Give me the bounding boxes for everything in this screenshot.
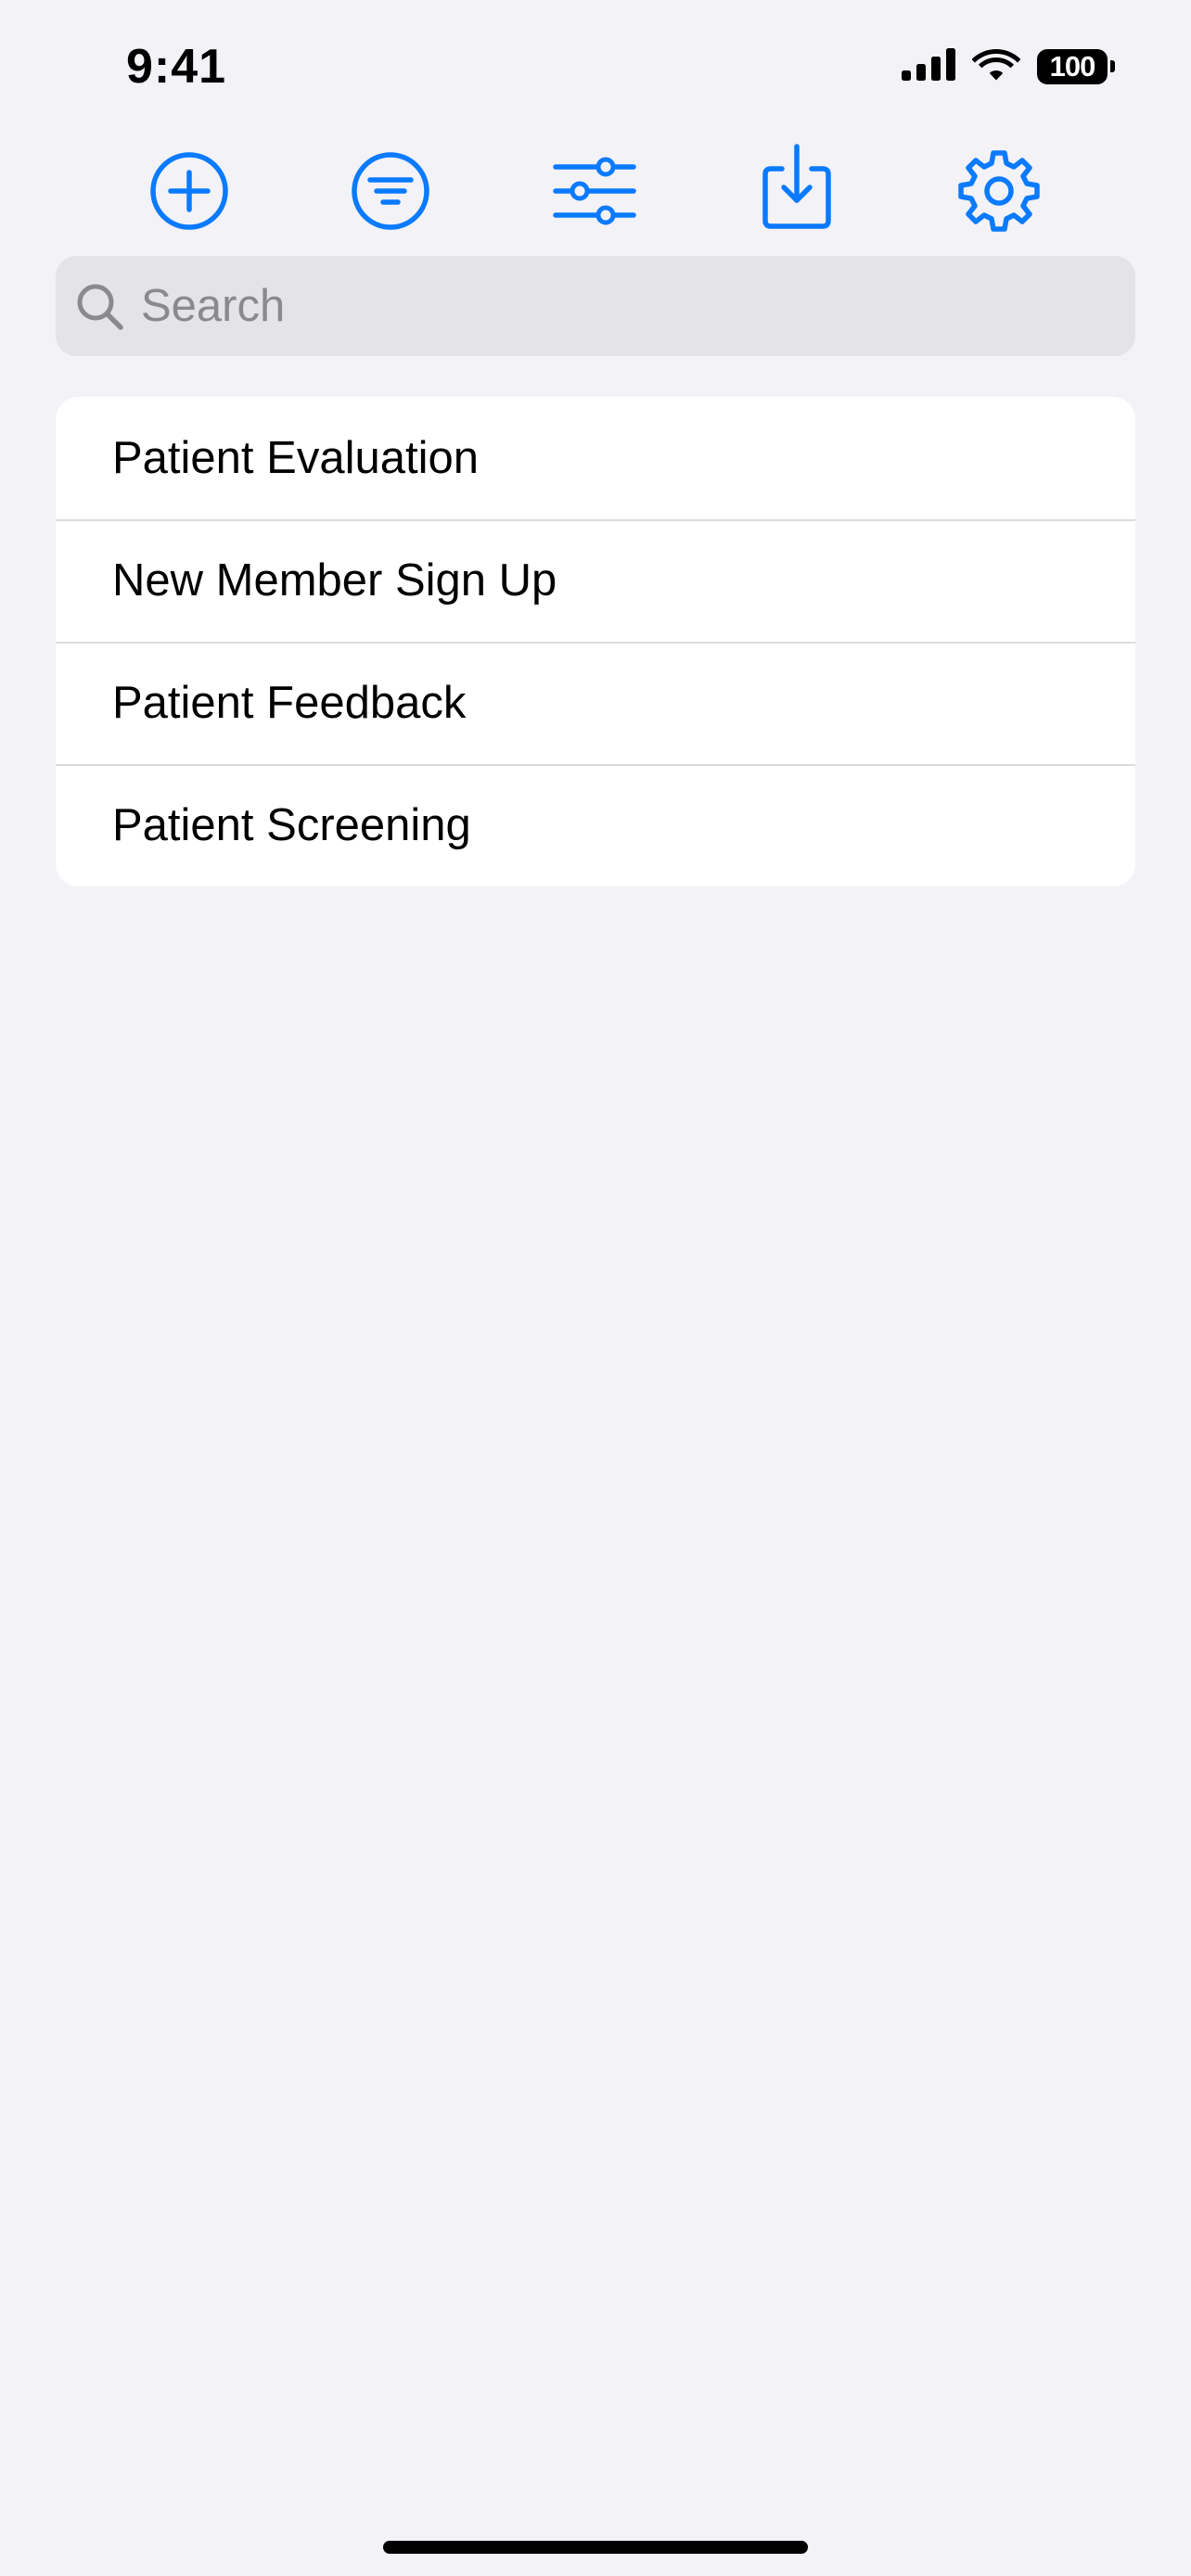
list-item-patient-feedback[interactable]: Patient Feedback bbox=[56, 642, 1135, 764]
gear-icon bbox=[957, 149, 1041, 237]
download-tray-icon bbox=[760, 143, 834, 236]
cellular-signal-icon bbox=[902, 47, 955, 85]
import-button[interactable] bbox=[752, 143, 841, 236]
battery-tip bbox=[1110, 60, 1115, 72]
filter-circle-icon bbox=[350, 150, 431, 236]
list-item-patient-evaluation[interactable]: Patient Evaluation bbox=[56, 397, 1135, 519]
battery-icon: 100 bbox=[1037, 48, 1115, 84]
wifi-icon bbox=[971, 46, 1021, 86]
home-indicator[interactable] bbox=[383, 2541, 808, 2554]
filter-button[interactable] bbox=[346, 148, 435, 237]
settings-button[interactable] bbox=[954, 148, 1044, 237]
status-icons: 100 bbox=[902, 46, 1115, 86]
add-button[interactable] bbox=[145, 148, 234, 237]
add-circle-icon bbox=[148, 150, 230, 236]
search-icon bbox=[74, 281, 126, 338]
search-bar[interactable] bbox=[56, 256, 1135, 356]
sliders-icon bbox=[552, 154, 637, 233]
list-item-patient-screening[interactable]: Patient Screening bbox=[56, 764, 1135, 886]
forms-list: Patient Evaluation New Member Sign Up Pa… bbox=[56, 397, 1135, 886]
search-input[interactable] bbox=[141, 256, 1115, 356]
status-time: 9:41 bbox=[126, 40, 227, 94]
battery-level: 100 bbox=[1037, 48, 1108, 84]
list-item-new-member-sign-up[interactable]: New Member Sign Up bbox=[56, 519, 1135, 642]
adjust-button[interactable] bbox=[550, 148, 639, 237]
